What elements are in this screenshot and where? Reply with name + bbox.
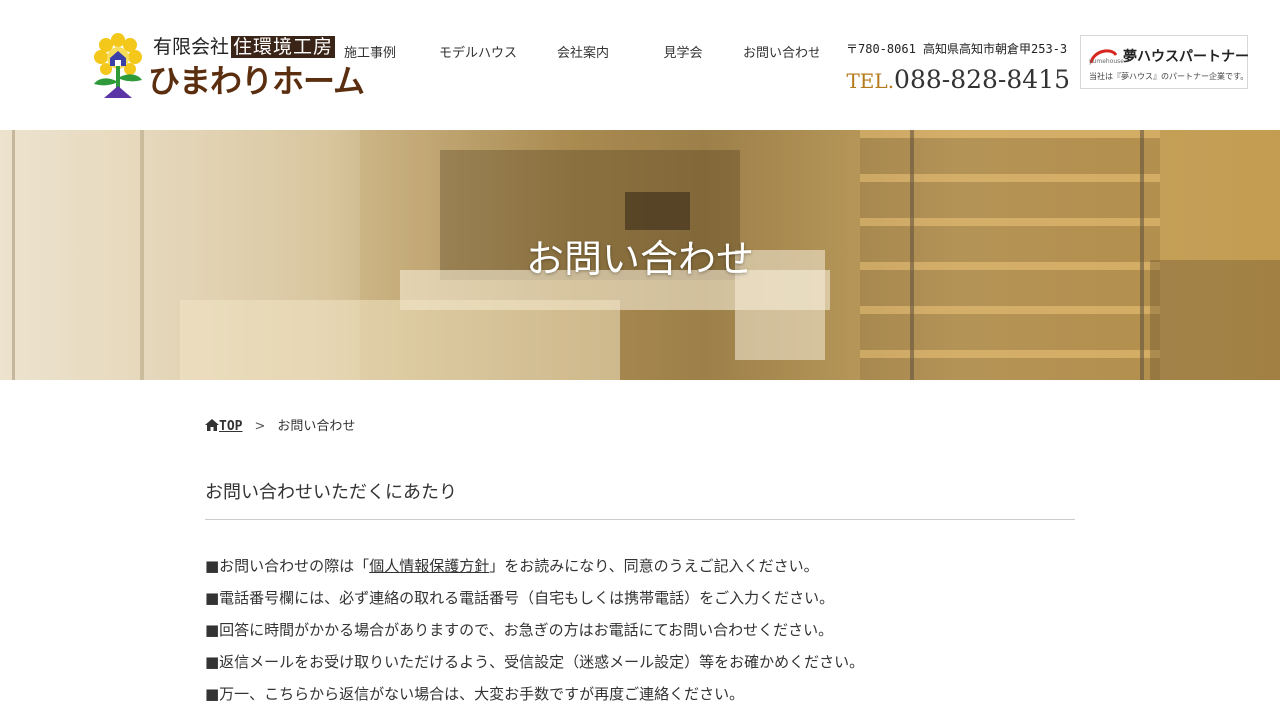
partner-name: 夢ハウスパートナー bbox=[1123, 49, 1249, 65]
section-title: お問い合わせいただくにあたり bbox=[205, 478, 1075, 520]
note-item: ■万一、こちらから返信がない場合は、大変お手数ですが再度ご連絡ください。 bbox=[205, 685, 745, 703]
partner-note: 当社は『夢ハウス』のパートナー企業です。 bbox=[1089, 72, 1249, 81]
note-item: ■回答に時間がかかる場合がありますので、お急ぎの方はお電話にてお問い合わせくださ… bbox=[205, 621, 834, 639]
site-logo[interactable]: 有限会社 住環境工房 ひまわりホーム bbox=[90, 30, 365, 100]
note-item: ■電話番号欄には、必ず連絡の取れる電話番号（自宅もしくは携帯電話）をご入力くださ… bbox=[205, 589, 835, 607]
breadcrumb: TOP > お問い合わせ bbox=[205, 415, 355, 434]
nav-item-open-house[interactable]: 見学会 bbox=[643, 42, 723, 61]
phone-number[interactable]: TEL.088-828-8415 bbox=[846, 65, 1070, 94]
privacy-policy-link[interactable]: 個人情報保護方針 bbox=[369, 557, 489, 575]
nav-item-model-house[interactable]: モデルハウス bbox=[438, 42, 518, 61]
nav-item-works[interactable]: 施工事例 bbox=[330, 42, 410, 61]
brand-name: ひまわりホーム bbox=[148, 62, 365, 100]
nav-item-contact[interactable]: お問い合わせ bbox=[743, 42, 819, 61]
tel-number: 088-828-8415 bbox=[894, 65, 1070, 94]
site-header: 有限会社 住環境工房 ひまわりホーム 施工事例 モデルハウス 会社案内 見学会 お… bbox=[0, 0, 1280, 130]
breadcrumb-separator: > bbox=[254, 419, 266, 434]
breadcrumb-home-link[interactable]: TOP bbox=[219, 419, 242, 434]
contact-notes: ■お問い合わせの際は「個人情報保護方針」をお読みになり、同意のうえご記入ください… bbox=[205, 555, 1105, 715]
breadcrumb-current: お問い合わせ bbox=[277, 419, 356, 434]
header-contact: 〒780-8061 高知県高知市朝倉甲253-3 TEL.088-828-841… bbox=[846, 40, 1070, 94]
tel-label: TEL. bbox=[846, 69, 895, 93]
company-address: 〒780-8061 高知県高知市朝倉甲253-3 bbox=[846, 42, 1068, 56]
hero-banner: お問い合わせ bbox=[0, 130, 1280, 380]
note-item: ■お問い合わせの際は「個人情報保護方針」をお読みになり、同意のうえご記入ください… bbox=[205, 557, 819, 575]
company-name-boxed: 住環境工房 bbox=[231, 36, 336, 58]
home-icon bbox=[205, 419, 219, 431]
yumehouse-partner-banner[interactable]: yumehouse 夢ハウスパートナー 当社は『夢ハウス』のパートナー企業です。 bbox=[1080, 35, 1249, 89]
partner-small-label: yumehouse bbox=[1089, 58, 1124, 65]
company-name: 有限会社 住環境工房 bbox=[153, 36, 336, 58]
sunflower-logo-icon bbox=[94, 33, 142, 98]
note-item: ■返信メールをお受け取りいただけるよう、受信設定（迷惑メール設定）等をお確かめく… bbox=[205, 653, 865, 671]
page-title: お問い合わせ bbox=[525, 237, 754, 281]
nav-item-company[interactable]: 会社案内 bbox=[543, 42, 623, 61]
